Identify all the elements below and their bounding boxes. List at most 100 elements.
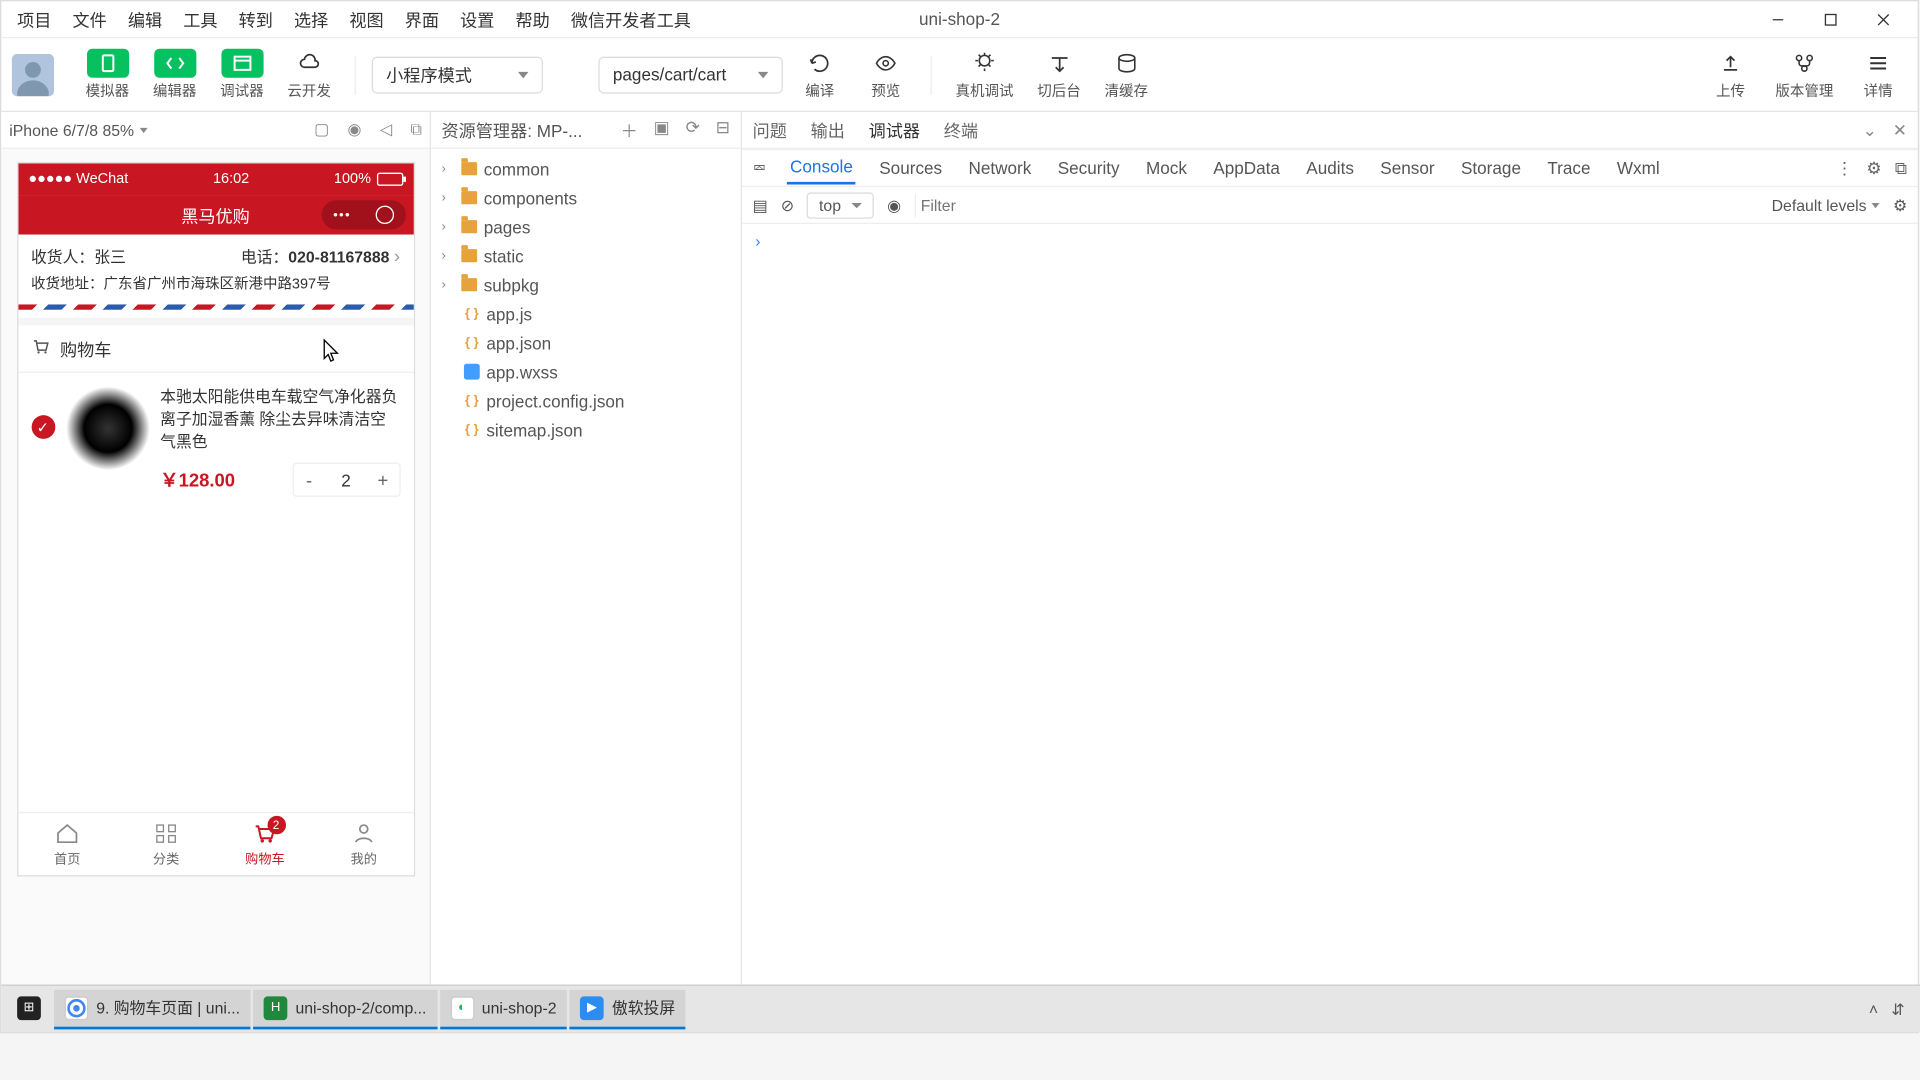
tab-mock[interactable]: Mock [1143, 153, 1189, 183]
main-toolbar: 模拟器 编辑器 调试器 云开发 小程序模式 pages/cart/cart 编译… [1, 38, 1917, 112]
filter-input[interactable] [914, 193, 1758, 217]
debugger-button[interactable]: 调试器 [212, 45, 271, 103]
tab-network[interactable]: Network [966, 153, 1034, 183]
tab-trace[interactable]: Trace [1545, 153, 1593, 183]
background-button[interactable]: 切后台 [1029, 45, 1088, 103]
menu-project[interactable]: 项目 [7, 1, 62, 37]
product-image[interactable] [65, 386, 149, 470]
cart-badge: 2 [267, 816, 285, 834]
start-button[interactable]: ⊞ [7, 989, 52, 1029]
capsule-menu-icon[interactable] [333, 206, 351, 224]
live-expression-icon[interactable]: ◉ [887, 196, 901, 214]
page-select[interactable]: pages/cart/cart [598, 56, 783, 93]
context-select[interactable]: top [807, 192, 874, 218]
item-checkbox[interactable]: ✓ [31, 415, 55, 439]
maximize-icon[interactable] [1812, 6, 1849, 32]
tab-wxml[interactable]: Wxml [1614, 153, 1662, 183]
tab-sensor[interactable]: Sensor [1378, 153, 1438, 183]
qty-minus-button[interactable]: - [293, 464, 325, 496]
top-tab-output[interactable]: 输出 [811, 117, 845, 142]
close-icon[interactable] [1865, 6, 1902, 32]
menu-settings[interactable]: 设置 [450, 1, 505, 37]
file-sitemap-json[interactable]: { }sitemap.json [431, 415, 741, 444]
menu-help[interactable]: 帮助 [505, 1, 560, 37]
tray-network-icon[interactable]: ⇵ [1891, 1000, 1904, 1018]
qty-plus-button[interactable]: + [367, 464, 399, 496]
minimize-icon[interactable] [1760, 6, 1797, 32]
console-sidebar-icon[interactable]: ▤ [753, 196, 768, 214]
file-app-wxss[interactable]: app.wxss [431, 357, 741, 386]
new-file-icon[interactable]: ＋ [621, 117, 638, 142]
file-project-config[interactable]: { }project.config.json [431, 386, 741, 415]
editor-button[interactable]: 编辑器 [145, 45, 204, 103]
tab-sources[interactable]: Sources [877, 153, 945, 183]
devtools-dock-icon[interactable]: ⧉ [1895, 158, 1907, 179]
folder-components[interactable]: ›components [431, 183, 741, 212]
new-folder-icon[interactable]: ▣ [654, 117, 670, 142]
refresh-tree-icon[interactable]: ⟳ [686, 117, 700, 142]
tab-appdata[interactable]: AppData [1211, 153, 1283, 183]
avatar[interactable] [12, 53, 54, 95]
menu-interface[interactable]: 界面 [394, 1, 449, 37]
folder-subpkg[interactable]: ›subpkg [431, 270, 741, 299]
menu-goto[interactable]: 转到 [228, 1, 283, 37]
address-card[interactable]: 收货人：张三 电话：020-81167888 › 收货地址：广东省广州市海珠区新… [18, 235, 413, 318]
file-app-json[interactable]: { }app.json [431, 328, 741, 357]
console-body[interactable] [742, 224, 1918, 995]
folder-pages[interactable]: ›pages [431, 212, 741, 241]
device-select[interactable]: iPhone 6/7/8 85% [9, 121, 147, 139]
detail-button[interactable]: 详情 [1849, 45, 1907, 103]
devtools-settings-icon[interactable]: ⚙ [1866, 158, 1881, 179]
taskbar-chrome[interactable]: 9. 购物车页面 | uni... [54, 989, 251, 1029]
log-levels-select[interactable]: Default levels [1772, 196, 1880, 214]
inspect-icon[interactable]: ⮹ [753, 158, 767, 179]
mode-select[interactable]: 小程序模式 [372, 56, 543, 93]
tab-cart[interactable]: 购物车2 [215, 813, 314, 875]
rotate-icon[interactable]: ▢ [314, 120, 329, 140]
folder-common[interactable]: ›common [431, 154, 741, 183]
popout-icon[interactable]: ⧉ [410, 120, 421, 140]
tab-console[interactable]: Console [787, 152, 855, 185]
menu-edit[interactable]: 编辑 [117, 1, 172, 37]
close-panel-icon[interactable]: ✕ [1893, 119, 1907, 140]
menu-tool[interactable]: 工具 [173, 1, 228, 37]
taskbar-wxdevtools[interactable]: ◐uni-shop-2 [440, 989, 567, 1029]
tab-audits[interactable]: Audits [1304, 153, 1357, 183]
console-prompt[interactable] [755, 232, 1904, 250]
top-tab-debugger[interactable]: 调试器 [869, 117, 920, 142]
remote-debug-button[interactable]: 真机调试 [948, 45, 1022, 103]
cloud-button[interactable]: 云开发 [279, 45, 338, 103]
version-button[interactable]: 版本管理 [1767, 45, 1841, 103]
capsule-button[interactable] [321, 200, 405, 229]
tab-my[interactable]: 我的 [314, 813, 413, 875]
tab-home[interactable]: 首页 [18, 813, 117, 875]
menu-devtools[interactable]: 微信开发者工具 [560, 1, 701, 37]
back-icon[interactable]: ◁ [380, 120, 392, 140]
tab-storage[interactable]: Storage [1458, 153, 1523, 183]
top-tab-problems[interactable]: 问题 [753, 117, 787, 142]
devtools-menu-icon[interactable]: ⋮ [1836, 158, 1853, 179]
console-settings-icon[interactable]: ⚙ [1893, 196, 1907, 214]
folder-static[interactable]: ›static [431, 241, 741, 270]
clear-cache-button[interactable]: 清缓存 [1097, 45, 1156, 103]
record-icon[interactable]: ◉ [348, 120, 362, 140]
upload-button[interactable]: 上传 [1702, 45, 1760, 103]
compile-button[interactable]: 编译 [791, 45, 849, 103]
tray-chevron-icon[interactable]: ˄ [1869, 1000, 1878, 1018]
simulator-button[interactable]: 模拟器 [78, 45, 137, 103]
taskbar-hbuilder[interactable]: Huni-shop-2/comp... [253, 989, 437, 1029]
file-explorer: 资源管理器: MP-... ＋ ▣ ⟳ ⊟ ›common ›component… [431, 112, 742, 1032]
taskbar-apower[interactable]: ▶傲软投屏 [570, 989, 686, 1029]
file-app-js[interactable]: { }app.js [431, 299, 741, 328]
tab-security[interactable]: Security [1055, 153, 1122, 183]
capsule-close-icon[interactable] [375, 206, 393, 224]
tab-category[interactable]: 分类 [117, 813, 216, 875]
collapse-tree-icon[interactable]: ⊟ [716, 117, 730, 142]
menu-view[interactable]: 视图 [339, 1, 394, 37]
menu-select[interactable]: 选择 [283, 1, 338, 37]
collapse-panel-icon[interactable]: ⌄ [1863, 119, 1877, 140]
preview-button[interactable]: 预览 [857, 45, 915, 103]
top-tab-terminal[interactable]: 终端 [944, 117, 978, 142]
menu-file[interactable]: 文件 [62, 1, 117, 37]
clear-console-icon[interactable]: ⊘ [781, 196, 794, 214]
